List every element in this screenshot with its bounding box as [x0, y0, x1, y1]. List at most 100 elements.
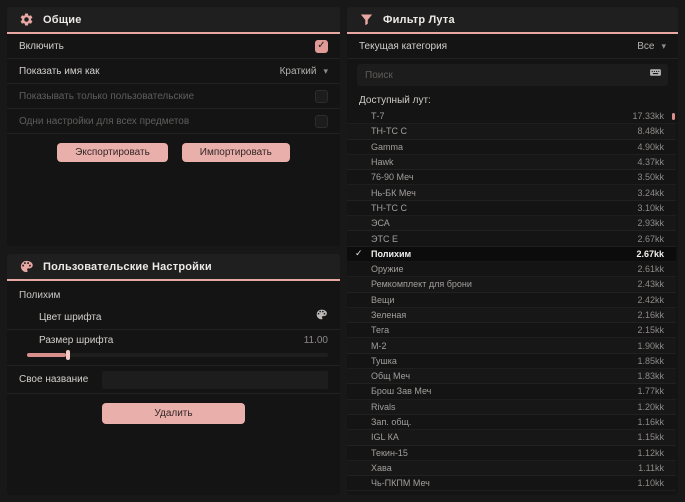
item-name: ЭТС Е	[371, 233, 398, 244]
enable-checkbox[interactable]: ✓	[315, 39, 328, 53]
only-custom-label: Показывать только пользовательские	[19, 90, 194, 102]
item-name: Rivals	[371, 401, 396, 412]
item-name: Хава	[371, 462, 392, 473]
list-item[interactable]: ЭТС Е 2.67kk	[347, 231, 676, 247]
category-row: Текущая категория Все ▾	[347, 34, 678, 59]
list-item[interactable]: Т-7 17.33kk	[347, 109, 676, 125]
enable-label: Включить	[19, 40, 64, 52]
item-value: 1.20kk	[637, 401, 664, 412]
export-button[interactable]: Экспортировать	[57, 143, 168, 162]
category-value: Все	[637, 40, 655, 52]
font-size-slider[interactable]	[27, 350, 328, 360]
custom-settings-header: Пользовательские Настройки	[7, 254, 340, 281]
custom-name-row: Свое название	[7, 366, 340, 394]
only-custom-checkbox[interactable]	[315, 89, 328, 103]
list-item[interactable]: ✓ Полихим 2.67kk	[347, 246, 676, 262]
item-name: Общ Меч	[371, 371, 411, 382]
list-item[interactable]: Нь-БК Меч 3.24kk	[347, 185, 676, 201]
item-name: ЭСА	[371, 218, 390, 229]
list-item[interactable]: Ремкомплект для брони 2.43kk	[347, 277, 676, 293]
custom-name-label: Свое название	[19, 374, 89, 385]
item-name: 76-90 Меч	[371, 172, 414, 183]
search-input[interactable]	[363, 68, 649, 82]
item-value: 2.15kk	[637, 325, 664, 336]
font-size-label: Размер шрифта	[39, 335, 114, 346]
enable-row: Включить ✓	[7, 34, 340, 59]
item-value: 8.48kk	[637, 126, 664, 137]
list-item[interactable]: Оружие 2.61kk	[347, 262, 676, 278]
same-settings-row: Одни настройки для всех предметов	[7, 109, 340, 134]
list-item[interactable]: 76-90 Меч 3.50kk	[347, 170, 676, 186]
same-settings-checkbox[interactable]	[315, 114, 328, 128]
general-panel-title: Общие	[43, 13, 82, 26]
list-item[interactable]: Тега 2.15kk	[347, 323, 676, 339]
delete-button[interactable]: Удалить	[102, 403, 245, 424]
item-name: IGL КА	[371, 432, 399, 443]
scrollbar-thumb[interactable]	[672, 113, 675, 120]
item-name: Оружие	[371, 264, 404, 275]
item-name: Тушка	[371, 355, 397, 366]
category-dropdown[interactable]: Все ▾	[637, 41, 666, 52]
gear-icon	[19, 12, 34, 27]
custom-name-input[interactable]	[102, 370, 328, 389]
funnel-icon	[359, 12, 374, 27]
list-item[interactable]: ТН-ТС С 3.10kk	[347, 201, 676, 217]
export-import-row: Экспортировать Импортировать	[7, 134, 340, 172]
list-item[interactable]: Тушка 1.85kk	[347, 354, 676, 370]
item-value: 1.77kk	[637, 386, 664, 397]
show-name-value: Краткий	[279, 65, 317, 77]
loot-filter-title: Фильтр Лута	[383, 13, 455, 26]
list-item[interactable]: Зап. общ. 1.16kk	[347, 415, 676, 431]
list-item[interactable]: М-2 1.90kk	[347, 338, 676, 354]
list-item[interactable]: ТН-ТС С 8.48kk	[347, 124, 676, 140]
color-picker-icon[interactable]	[315, 308, 328, 326]
check-icon: ✓	[355, 248, 363, 259]
item-value: 1.10kk	[637, 478, 664, 489]
same-settings-label: Одни настройки для всех предметов	[19, 115, 190, 127]
item-value: 4.37kk	[637, 157, 664, 168]
list-item[interactable]: Хава 1.11kk	[347, 461, 676, 477]
item-name: Полихим	[371, 248, 412, 259]
list-item[interactable]: Общ Меч 1.83kk	[347, 369, 676, 385]
item-value: 2.67kk	[636, 248, 664, 259]
item-value: 1.11kk	[638, 462, 664, 473]
list-item[interactable]: Hawk 4.37kk	[347, 155, 676, 171]
list-item[interactable]: Текин-15 1.12kk	[347, 446, 676, 461]
list-item[interactable]: ЭСА 2.93kk	[347, 216, 676, 232]
item-name: Текин-15	[371, 447, 408, 458]
show-name-row: Показать имя как Краткий ▾	[7, 59, 340, 84]
font-color-label: Цвет шрифта	[39, 311, 102, 323]
slider-fill	[27, 353, 67, 357]
loot-list[interactable]: Т-7 17.33kk ТН-ТС С 8.48kk Gamma 4.90kk	[347, 109, 676, 491]
item-name: ТН-ТС С	[371, 126, 407, 137]
list-item[interactable]: IGL КА 1.15kk	[347, 430, 676, 446]
available-loot-label: Доступный лут:	[359, 95, 431, 106]
keyboard-icon[interactable]	[649, 66, 662, 84]
list-item[interactable]: Брош Зав Меч 1.77kk	[347, 384, 676, 400]
chevron-down-icon: ▾	[661, 40, 666, 51]
import-button[interactable]: Импортировать	[181, 143, 290, 162]
item-value: 1.12kk	[637, 447, 664, 458]
font-size-slider-block	[7, 350, 340, 366]
item-value: 2.42kk	[637, 294, 664, 305]
item-value: 2.67kk	[637, 233, 664, 244]
item-name: Т-7	[371, 111, 385, 122]
list-item[interactable]: Gamma 4.90kk	[347, 140, 676, 155]
slider-handle[interactable]	[66, 350, 71, 360]
list-item[interactable]: Вещи 2.42kk	[347, 293, 676, 308]
item-value: 1.83kk	[637, 371, 664, 382]
list-item[interactable]: Зеленая 2.16kk	[347, 308, 676, 324]
item-value: 3.24kk	[637, 187, 664, 198]
list-item[interactable]: Чь-ПКПМ Меч 1.10kk	[347, 476, 676, 491]
loot-filter-panel: Фильтр Лута Текущая категория Все ▾ Дост…	[347, 7, 678, 495]
palette-icon	[19, 259, 34, 274]
item-value: 3.50kk	[637, 172, 664, 183]
item-value: 2.93kk	[637, 218, 664, 229]
list-item[interactable]: Rivals 1.20kk	[347, 400, 676, 415]
show-name-dropdown[interactable]: Краткий ▾	[280, 66, 328, 77]
show-name-label: Показать имя как	[19, 65, 100, 77]
custom-settings-panel: Пользовательские Настройки Полихим Цвет …	[7, 254, 340, 495]
custom-settings-title: Пользовательские Настройки	[43, 260, 212, 273]
item-value: 3.10kk	[637, 202, 664, 213]
only-custom-row: Показывать только пользовательские	[7, 84, 340, 109]
